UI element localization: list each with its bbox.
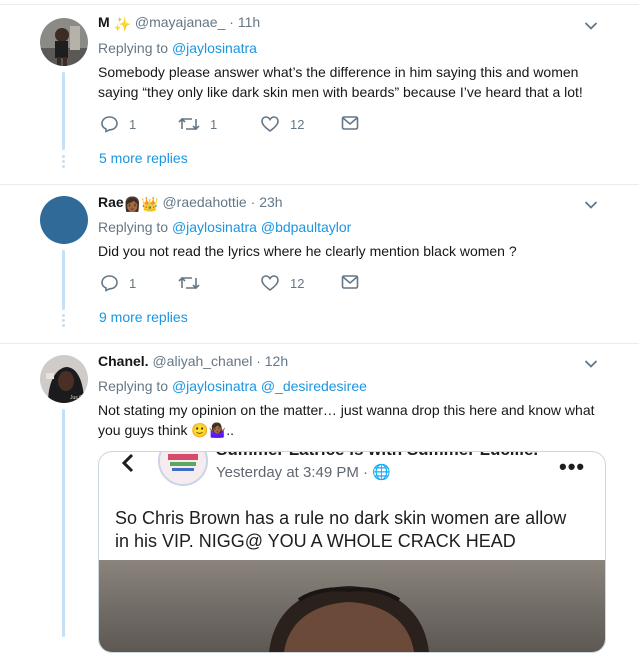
more-options-icon: •••	[559, 454, 586, 479]
username[interactable]: @aliyah_chanel	[152, 353, 252, 369]
reply-count: 1	[129, 116, 137, 132]
thread-dots	[62, 312, 66, 329]
mention-link[interactable]: @jaylosinatra	[172, 219, 257, 235]
reply-button[interactable]: 1	[100, 274, 136, 292]
dm-icon	[341, 116, 359, 130]
svg-text:Jus G: Jus G	[70, 395, 83, 401]
tweet-divider	[0, 343, 639, 344]
embedded-image-card[interactable]: Summer Latrice is with Summer Lucille. Y…	[98, 451, 606, 653]
like-icon	[261, 275, 279, 292]
card-timestamp: Yesterday at 3:49 PM · 🌐	[216, 464, 391, 481]
separator-dot: ·	[229, 14, 234, 30]
card-avatar	[158, 452, 208, 486]
retweet-count: 1	[210, 116, 218, 132]
display-name[interactable]: Chanel.	[98, 353, 149, 369]
mention-link[interactable]: @_desiredesiree	[261, 378, 367, 394]
tweet-header: M ✨ @mayajanae_ · 11h	[98, 14, 260, 33]
avatar[interactable]	[40, 18, 88, 66]
timestamp[interactable]: 23h	[259, 194, 282, 210]
replying-to: Replying to @jaylosinatra	[98, 40, 257, 56]
retweet-icon	[178, 117, 200, 131]
separator-dot: ·	[250, 194, 256, 210]
like-button[interactable]: 12	[260, 274, 304, 292]
replying-to: Replying to @jaylosinatra @bdpaultaylor	[98, 219, 352, 235]
tweet-divider	[0, 184, 639, 185]
tweet-header: Chanel. @aliyah_chanel · 12h	[98, 353, 288, 369]
mention-link[interactable]: @jaylosinatra	[172, 378, 257, 394]
message-button[interactable]	[341, 115, 359, 131]
retweet-button[interactable]: 1	[178, 115, 217, 133]
reply-button[interactable]: 1	[100, 115, 136, 133]
chevron-down-icon[interactable]	[584, 359, 598, 369]
username[interactable]: @raedahottie	[162, 194, 246, 210]
display-name[interactable]: Rae	[98, 194, 124, 210]
thread-line	[62, 72, 65, 150]
mention-link[interactable]: @jaylosinatra	[172, 40, 257, 56]
thread-line	[62, 250, 65, 310]
thread-dots	[62, 153, 66, 170]
display-name[interactable]: M	[98, 14, 110, 30]
like-button[interactable]: 12	[260, 115, 304, 133]
avatar[interactable]: Jus G	[40, 355, 88, 403]
chevron-down-icon[interactable]	[584, 21, 598, 31]
separator-dot: ·	[256, 353, 261, 369]
card-post-text: So Chris Brown has a rule no dark skin w…	[115, 508, 567, 551]
woman-crown-emoji: 👩🏾👑	[123, 196, 159, 212]
tweet-header: Rae👩🏾👑 @raedahottie · 23h	[98, 194, 283, 213]
like-count: 12	[290, 116, 305, 132]
retweet-button[interactable]	[178, 274, 200, 292]
message-button[interactable]	[341, 274, 359, 290]
card-author: Summer Latrice is with Summer Lucille.	[216, 452, 538, 460]
card-photo	[99, 560, 605, 652]
mention-link[interactable]: @bdpaultaylor	[261, 219, 352, 235]
reply-icon	[101, 116, 118, 133]
reply-icon	[101, 275, 118, 292]
top-divider	[0, 4, 639, 5]
retweet-icon	[178, 276, 200, 290]
timestamp[interactable]: 12h	[265, 353, 288, 369]
username[interactable]: @mayajanae_	[135, 14, 226, 30]
tweet-text: Did you not read the lyrics where he cle…	[98, 243, 517, 259]
tweet-text: Somebody please answer what’s the differ…	[98, 64, 583, 100]
timestamp[interactable]: 11h	[238, 14, 260, 30]
back-icon	[121, 453, 134, 473]
tweet-text: Not stating my opinion on the matter… ju…	[98, 402, 595, 438]
thread-line	[62, 409, 65, 637]
more-replies-link[interactable]: 5 more replies	[99, 150, 188, 166]
avatar[interactable]	[40, 196, 88, 244]
chevron-down-icon[interactable]	[584, 200, 598, 210]
like-count: 12	[290, 275, 305, 291]
like-icon	[261, 116, 279, 133]
sparkles-emoji: ✨	[113, 16, 131, 32]
replying-to: Replying to @jaylosinatra @_desiredesire…	[98, 378, 367, 394]
more-replies-link[interactable]: 9 more replies	[99, 309, 188, 325]
dm-icon	[341, 275, 359, 289]
reply-count: 1	[129, 275, 137, 291]
